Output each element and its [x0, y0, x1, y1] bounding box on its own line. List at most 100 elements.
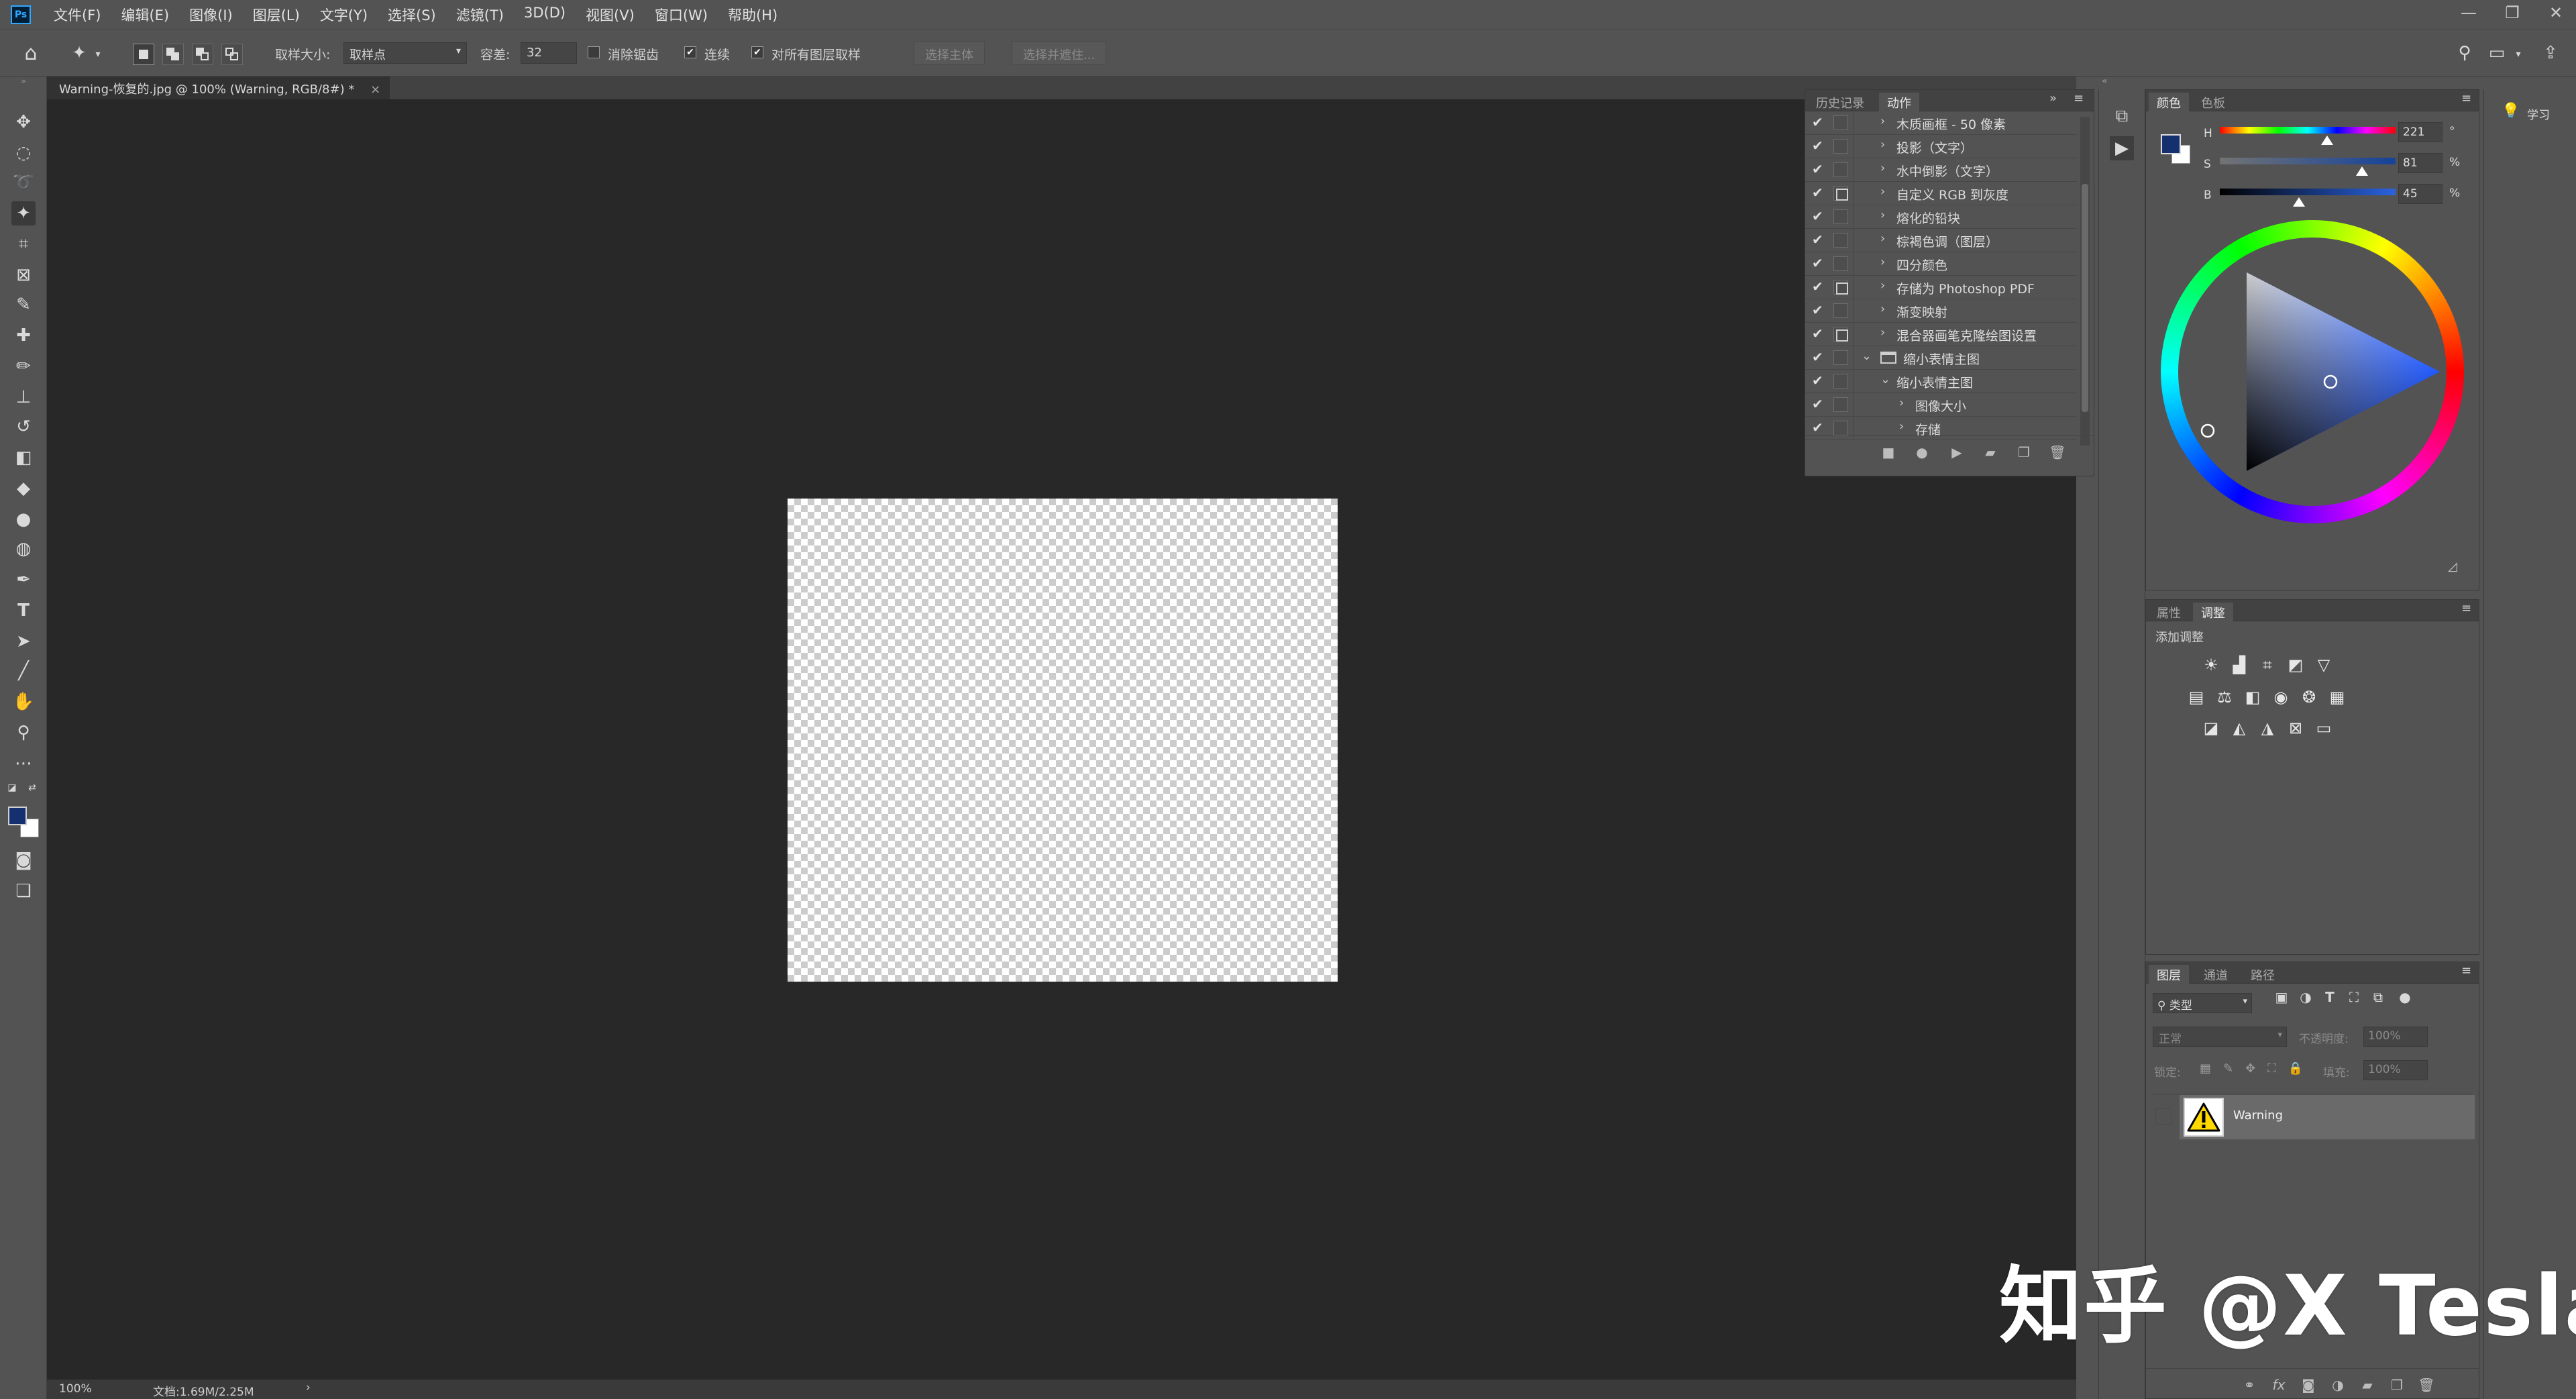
chevron-down-icon[interactable]: ⌄: [1880, 372, 1890, 386]
layer-visibility-toggle[interactable]: [2155, 1108, 2171, 1125]
action-toggle-checkbox[interactable]: ✔: [1812, 396, 1827, 412]
fill-input[interactable]: 100%: [2363, 1060, 2428, 1080]
filter-adjustment-icon[interactable]: ◑: [2296, 988, 2315, 1006]
panel-menu-icon[interactable]: ≡: [2461, 91, 2471, 105]
select-and-mask-button[interactable]: 选择并遮住...: [1012, 41, 1107, 65]
tab-color[interactable]: 颜色: [2149, 93, 2189, 111]
blend-mode-select[interactable]: 正常 ▾: [2153, 1027, 2287, 1047]
minimize-button[interactable]: —: [2449, 0, 2489, 25]
share-icon[interactable]: ⇪: [2538, 41, 2563, 65]
pen-tool-icon[interactable]: ✒: [11, 568, 36, 592]
tab-actions[interactable]: 动作: [1879, 93, 1919, 111]
menu-item-0[interactable]: 文件(F): [54, 5, 101, 25]
brightness-slider-knob[interactable]: [2292, 197, 2305, 207]
brightness-input[interactable]: 45: [2398, 184, 2443, 204]
saturation-slider[interactable]: [2220, 158, 2396, 164]
mask-icon[interactable]: ◙: [2299, 1376, 2318, 1394]
group-icon[interactable]: ▰: [2358, 1376, 2377, 1394]
contiguous-checkbox[interactable]: ✔: [684, 46, 696, 58]
chevron-right-icon[interactable]: ›: [1880, 278, 1885, 293]
chevron-down-icon[interactable]: ▾: [2512, 42, 2525, 66]
status-arrow-icon[interactable]: ›: [306, 1381, 311, 1394]
screen-mode-icon[interactable]: ❏: [11, 879, 36, 903]
layer-name[interactable]: Warning: [2233, 1108, 2283, 1123]
chevron-right-icon[interactable]: ›: [1880, 138, 1885, 152]
subtract-from-selection-icon[interactable]: [192, 44, 213, 65]
crop-tool-icon[interactable]: ⌗: [11, 232, 36, 256]
chevron-right-icon[interactable]: ›: [1880, 325, 1885, 340]
sample-all-layers-checkbox[interactable]: ✔: [751, 46, 763, 58]
action-dialog-toggle[interactable]: [1833, 209, 1848, 224]
document-canvas-transparent[interactable]: [788, 499, 1338, 982]
tab-properties[interactable]: 属性: [2149, 603, 2189, 621]
action-dialog-toggle[interactable]: [1833, 374, 1848, 388]
tab-adjustments[interactable]: 调整: [2193, 603, 2233, 621]
home-icon[interactable]: ⌂: [19, 41, 43, 65]
action-dialog-toggle[interactable]: [1833, 115, 1848, 130]
panel-menu-icon[interactable]: ≡: [2074, 91, 2084, 105]
tab-channels[interactable]: 通道: [2196, 965, 2236, 984]
foreground-color-swatch[interactable]: [8, 807, 27, 825]
action-dialog-toggle[interactable]: [1833, 350, 1848, 365]
brightness-slider[interactable]: [2220, 189, 2396, 195]
intersect-selection-icon[interactable]: [221, 44, 243, 65]
tab-layers[interactable]: 图层: [2149, 965, 2189, 984]
gradient-map-icon[interactable]: ▭: [2314, 718, 2334, 738]
frame-tool-icon[interactable]: ⊠: [11, 263, 36, 287]
history-panel-icon[interactable]: ⧉: [2110, 104, 2134, 128]
quick-mask-icon[interactable]: ◙: [11, 848, 36, 872]
tab-paths[interactable]: 路径: [2243, 965, 2283, 984]
filter-toggle-icon[interactable]: ●: [2396, 988, 2414, 1006]
expand-panel-icon[interactable]: »: [2049, 91, 2057, 105]
vibrance-icon[interactable]: ▽: [2314, 655, 2334, 675]
action-toggle-checkbox[interactable]: ✔: [1812, 278, 1827, 295]
chevron-right-icon[interactable]: ›: [1899, 419, 1904, 433]
marquee-tool-icon[interactable]: ◌: [11, 141, 36, 165]
action-toggle-checkbox[interactable]: ✔: [1812, 302, 1827, 318]
action-toggle-checkbox[interactable]: ✔: [1812, 114, 1827, 130]
tab-history[interactable]: 历史记录: [1808, 93, 1872, 111]
photo-filter-icon[interactable]: ◉: [2271, 687, 2291, 707]
new-set-icon[interactable]: ▰: [1981, 443, 2000, 462]
action-row[interactable]: ✔ › 图像大小: [1805, 393, 2077, 417]
adjustment-icon[interactable]: ◑: [2328, 1376, 2347, 1394]
actions-scrollbar-thumb[interactable]: [2082, 184, 2088, 412]
filter-pixel-icon[interactable]: ▣: [2272, 988, 2291, 1006]
tolerance-input[interactable]: 32: [521, 42, 577, 64]
action-toggle-checkbox[interactable]: ✔: [1812, 185, 1827, 201]
menu-item-4[interactable]: 文字(Y): [320, 5, 368, 25]
menu-item-9[interactable]: 窗口(W): [655, 5, 708, 25]
clone-stamp-tool-icon[interactable]: ⊥: [11, 385, 36, 409]
history-brush-tool-icon[interactable]: ↺: [11, 415, 36, 439]
learn-label[interactable]: 学习: [2527, 105, 2550, 122]
link-icon[interactable]: ⚭: [2240, 1376, 2259, 1394]
hue-saturation-icon[interactable]: ▤: [2186, 687, 2206, 707]
blur-tool-icon[interactable]: ●: [11, 507, 36, 531]
chevron-right-icon[interactable]: ›: [1880, 231, 1885, 246]
foreground-color-swatch[interactable]: [2161, 134, 2181, 154]
action-toggle-checkbox[interactable]: ✔: [1812, 255, 1827, 271]
more-tools-icon[interactable]: ⋯: [11, 752, 36, 776]
action-toggle-checkbox[interactable]: ✔: [1812, 419, 1827, 435]
stop-icon[interactable]: ■: [1879, 443, 1898, 462]
type-tool-icon[interactable]: T: [11, 599, 36, 623]
action-dialog-toggle[interactable]: [1833, 303, 1848, 318]
hue-slider[interactable]: [2220, 127, 2396, 134]
curves-icon[interactable]: ⌗: [2257, 655, 2277, 675]
sample-size-select[interactable]: 取样点 ▾: [343, 42, 467, 64]
eyedropper-tool-icon[interactable]: ✎: [11, 293, 36, 317]
threshold-icon[interactable]: ◮: [2257, 718, 2277, 738]
action-dialog-toggle[interactable]: [1833, 421, 1848, 435]
chevron-right-icon[interactable]: ›: [1880, 114, 1885, 128]
dodge-tool-icon[interactable]: ◍: [11, 537, 36, 561]
lightbulb-icon[interactable]: 💡: [2502, 103, 2520, 119]
black-white-icon[interactable]: ◧: [2243, 687, 2263, 707]
action-row[interactable]: ✔ › 棕褐色调（图层）: [1805, 229, 2077, 252]
chevron-right-icon[interactable]: ›: [1880, 161, 1885, 175]
layer-filter-select[interactable]: ⚲ 类型 ▾: [2153, 993, 2252, 1013]
new-layer-icon[interactable]: ❐: [2387, 1376, 2406, 1394]
chevron-right-icon[interactable]: ›: [1899, 396, 1904, 410]
action-row[interactable]: ✔ › 混合器画笔克隆绘图设置: [1805, 323, 2077, 346]
close-button[interactable]: ✕: [2536, 0, 2576, 25]
fx-icon[interactable]: fx: [2269, 1376, 2288, 1394]
